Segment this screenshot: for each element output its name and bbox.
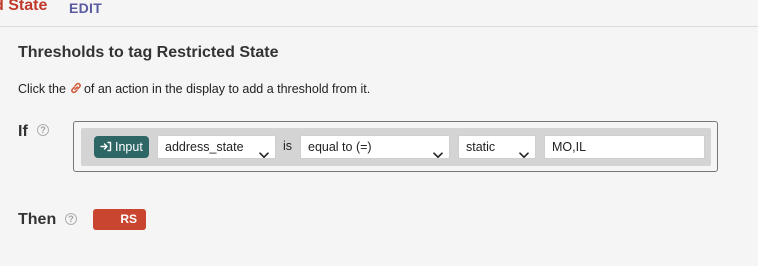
chevron-down-icon: [259, 144, 269, 166]
if-help-icon[interactable]: ?: [37, 124, 49, 136]
instructions-text: Click the of an action in the display to …: [18, 81, 370, 98]
input-button-label: Input: [115, 140, 143, 154]
then-label: Then: [18, 211, 57, 228]
field-select-value: address_state: [165, 140, 244, 154]
value-type-select-value: static: [466, 140, 496, 154]
tag-label: RS: [120, 212, 137, 226]
field-select[interactable]: address_state: [157, 135, 276, 159]
arrow-into-icon: [100, 137, 112, 159]
value-type-select[interactable]: static: [458, 135, 536, 159]
if-label: If: [18, 123, 28, 140]
instructions-after: of an action in the display to add a thr…: [83, 82, 371, 96]
input-source-button[interactable]: Input: [94, 136, 149, 158]
instructions-before: Click the: [18, 82, 66, 96]
is-label: is: [283, 139, 293, 153]
operator-select[interactable]: equal to (=): [300, 135, 450, 159]
condition-box: Input address_state is equal to (=) stat…: [73, 121, 718, 172]
then-help-icon[interactable]: ?: [65, 213, 77, 225]
section-heading: Thresholds to tag Restricted State: [18, 44, 279, 61]
link-icon: [69, 81, 83, 98]
top-bar: d State EDIT: [0, 0, 758, 27]
edit-link[interactable]: EDIT: [69, 0, 102, 16]
chevron-down-icon: [519, 144, 529, 166]
condition-row: Input address_state is equal to (=) stat…: [81, 128, 711, 166]
page-title: d State: [0, 0, 48, 14]
value-input-text: MO,IL: [552, 140, 587, 154]
operator-select-value: equal to (=): [308, 140, 372, 154]
tag-button-rs[interactable]: RS: [93, 209, 146, 230]
chevron-down-icon: [433, 144, 443, 166]
value-input[interactable]: MO,IL: [544, 135, 705, 159]
